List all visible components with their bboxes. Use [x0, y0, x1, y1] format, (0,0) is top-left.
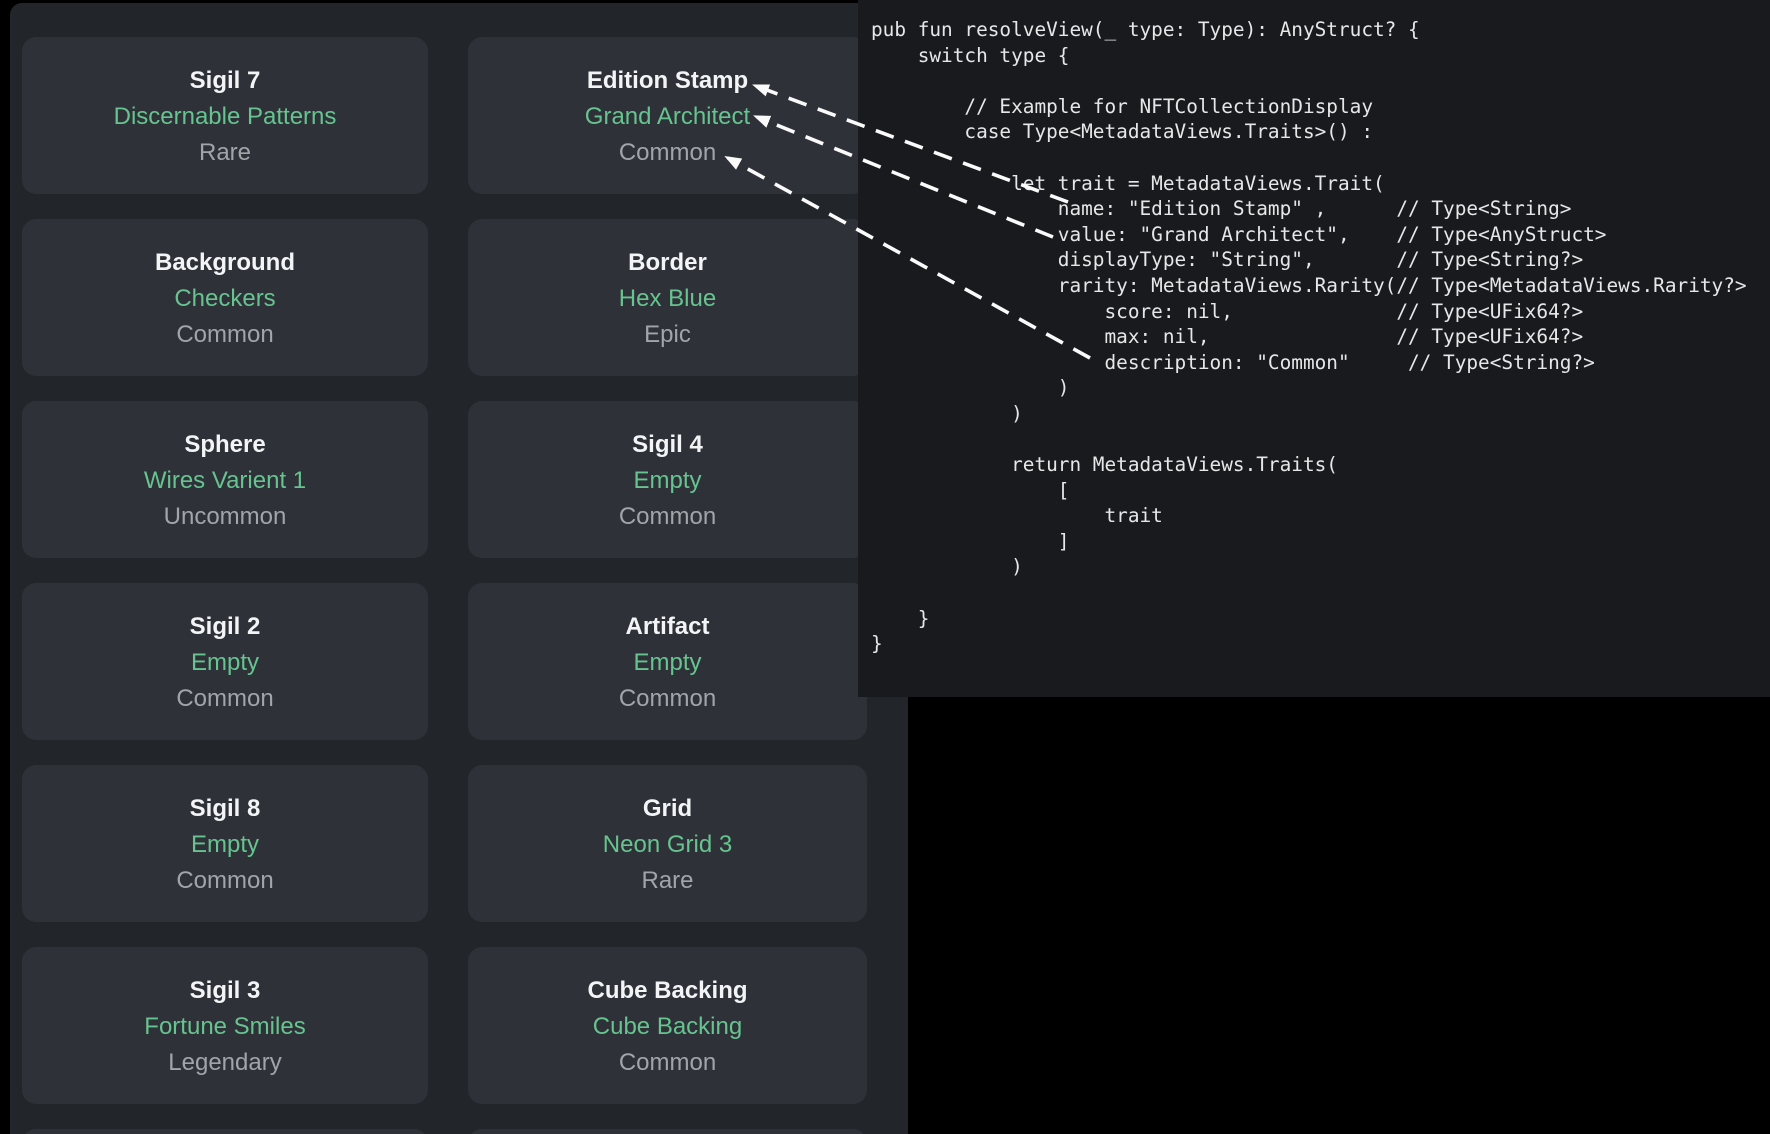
trait-name: Sigil 7 [22, 63, 428, 99]
trait-card: Sigil 3 Fortune Smiles Legendary [22, 947, 428, 1104]
trait-card: Grid Neon Grid 3 Rare [468, 765, 867, 922]
trait-name: Cube Backing [468, 973, 867, 1009]
trait-card: Edition Stamp Grand Architect Common [468, 37, 867, 194]
trait-card: Background Checkers Common [22, 219, 428, 376]
trait-card: Sigil 4 Empty Common [468, 401, 867, 558]
trait-rarity: Rare [468, 863, 867, 899]
trait-value: Empty [468, 645, 867, 681]
trait-value: Discernable Patterns [22, 99, 428, 135]
trait-card: Artifact Empty Common [468, 583, 867, 740]
trait-rarity: Common [468, 135, 867, 171]
trait-name: Background [22, 245, 428, 281]
trait-name: Border [468, 245, 867, 281]
trait-name: Sigil 4 [468, 427, 867, 463]
trait-value: Neon Grid 3 [468, 827, 867, 863]
trait-card: Border Hex Blue Epic [468, 219, 867, 376]
trait-value: Cube Backing [468, 1009, 867, 1045]
trait-name: Grid [468, 791, 867, 827]
trait-rarity: Epic [468, 317, 867, 353]
trait-rarity: Common [468, 1045, 867, 1081]
trait-value: Empty [22, 645, 428, 681]
trait-rarity: Uncommon [22, 499, 428, 535]
trait-card: Cube Backing Cube Backing Common [468, 947, 867, 1104]
trait-value: Fortune Smiles [22, 1009, 428, 1045]
trait-rarity: Rare [22, 135, 428, 171]
trait-rarity: Common [468, 499, 867, 535]
trait-name: Edition Stamp [468, 63, 867, 99]
trait-card [468, 1129, 867, 1134]
code-block: pub fun resolveView(_ type: Type): AnySt… [858, 0, 1770, 657]
trait-name: Sphere [22, 427, 428, 463]
trait-value: Checkers [22, 281, 428, 317]
trait-value: Wires Varient 1 [22, 463, 428, 499]
trait-card: Sigil 7 Discernable Patterns Rare [22, 37, 428, 194]
code-panel: pub fun resolveView(_ type: Type): AnySt… [858, 0, 1770, 697]
trait-rarity: Legendary [22, 1045, 428, 1081]
trait-card: Sigil 2 Empty Common [22, 583, 428, 740]
trait-card [22, 1129, 428, 1134]
traits-grid: Sigil 7 Discernable Patterns Rare Editio… [22, 37, 867, 1134]
trait-name: Sigil 2 [22, 609, 428, 645]
trait-name: Sigil 8 [22, 791, 428, 827]
trait-name: Artifact [468, 609, 867, 645]
trait-value: Hex Blue [468, 281, 867, 317]
trait-card: Sigil 8 Empty Common [22, 765, 428, 922]
trait-name: Sigil 3 [22, 973, 428, 1009]
trait-card: Sphere Wires Varient 1 Uncommon [22, 401, 428, 558]
trait-rarity: Common [22, 681, 428, 717]
trait-rarity: Common [468, 681, 867, 717]
trait-value: Empty [468, 463, 867, 499]
trait-rarity: Common [22, 863, 428, 899]
trait-value: Empty [22, 827, 428, 863]
trait-value: Grand Architect [468, 99, 867, 135]
trait-rarity: Common [22, 317, 428, 353]
screenshot-stage: Sigil 7 Discernable Patterns Rare Editio… [0, 0, 1770, 1134]
